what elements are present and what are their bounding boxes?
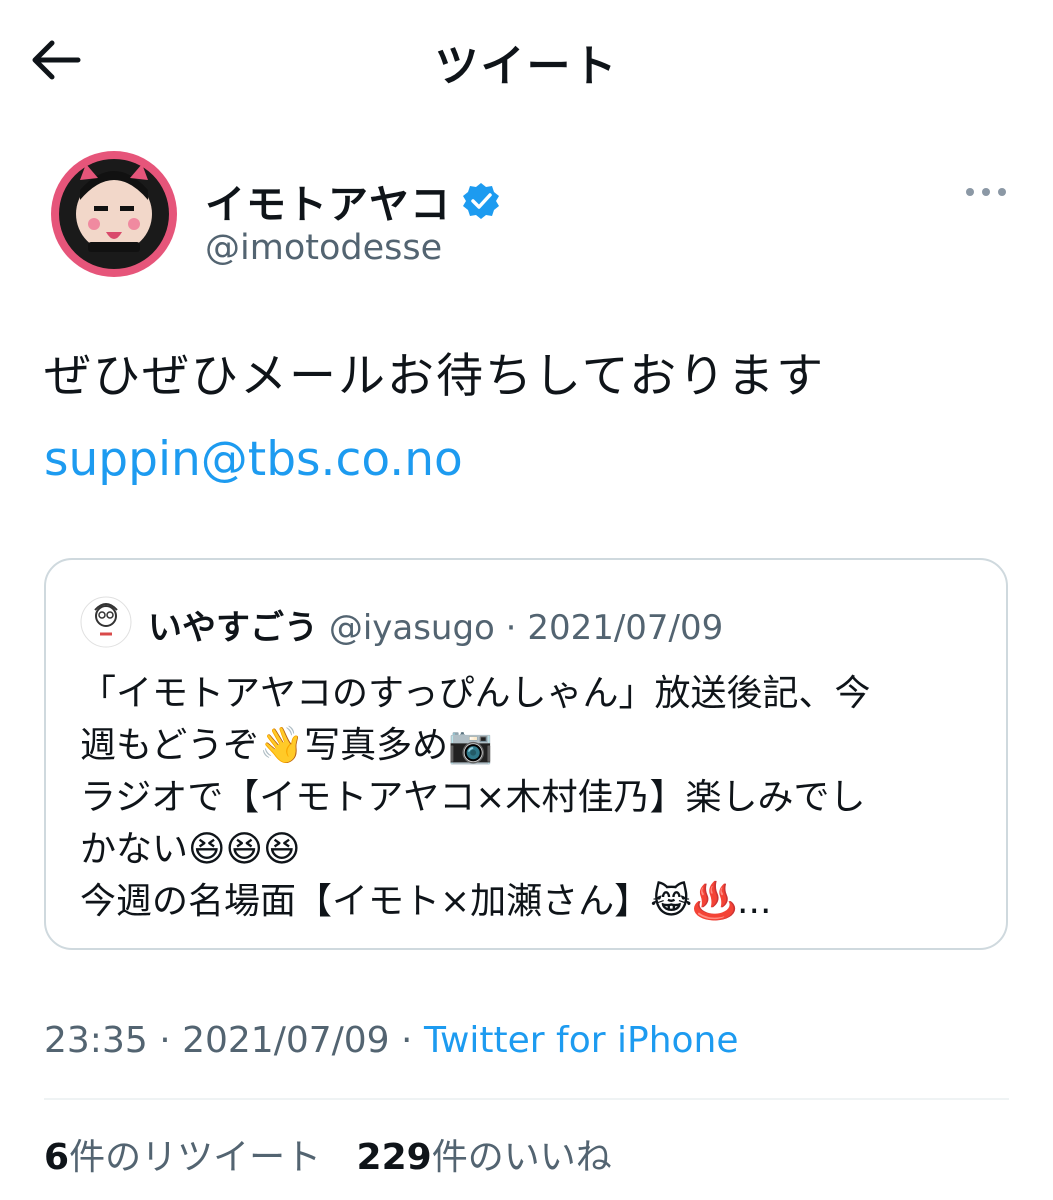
engagement-stats: 6件のリツイート 229件のいいね [44,1128,636,1180]
quote-text: 「イモトアヤコのすっぴんしゃん」放送後記、今 週もどうぞ👋写真多め📷 ラジオで【… [80,668,990,928]
quote-line: 週もどうぞ👋写真多め📷 [80,725,493,766]
author-handle[interactable]: @imotodesse [205,228,442,268]
display-name[interactable]: イモトアヤコ [205,172,451,230]
verified-badge-icon [463,183,499,219]
meta-separator: · [147,1020,183,1061]
more-options-icon[interactable] [962,182,1010,202]
retweets-label: 件のリツイート [69,1137,322,1178]
quote-line: 今週の名場面【イモト×加瀬さん】😹♨️... [80,881,772,922]
quote-handle: @iyasugo [328,608,495,648]
likes-stat[interactable]: 229件のいいね [357,1137,612,1178]
quote-date: 2021/07/09 [527,608,724,648]
tweet-author: イモトアヤコ @imotodesse [50,150,1010,290]
quote-header: いやすごう @iyasugo · 2021/07/09 [148,600,723,649]
tweet-date[interactable]: 2021/07/09 [182,1020,390,1061]
retweets-stat[interactable]: 6件のリツイート [44,1137,321,1178]
likes-label: 件のいいね [431,1137,612,1178]
quote-line: ラジオで【イモトアヤコ×木村佳乃】楽しみでし [80,777,866,818]
retweets-count: 6 [44,1137,70,1178]
quote-line: かない😆😆😆 [80,829,301,870]
tweet-source-link[interactable]: Twitter for iPhone [424,1020,739,1061]
quote-line: 「イモトアヤコのすっぴんしゃん」放送後記、今 [80,673,871,714]
meta-separator: · [389,1020,424,1061]
quote-avatar [80,596,132,648]
quote-separator: · [494,608,528,648]
tweet-meta: 23:35 · 2021/07/09 · Twitter for iPhone [44,1020,739,1061]
quote-display-name: いやすごう [148,608,318,648]
quoted-tweet[interactable]: いやすごう @iyasugo · 2021/07/09 「イモトアヤコのすっぴん… [44,558,1008,950]
header: ツイート [0,0,1053,120]
page-title: ツイート [434,41,619,92]
likes-count: 229 [356,1137,432,1178]
tweet-text: ぜひぜひメールお待ちしております [44,349,826,404]
tweet-time[interactable]: 23:35 [44,1020,148,1061]
name-row: イモトアヤコ [205,172,501,230]
divider [44,1098,1009,1100]
email-link[interactable]: suppin@tbs.co.no [44,432,463,487]
avatar[interactable] [50,150,178,278]
